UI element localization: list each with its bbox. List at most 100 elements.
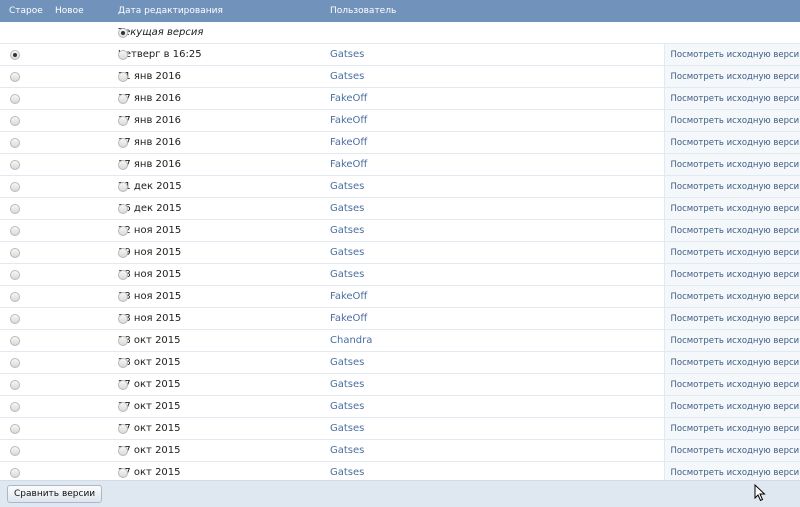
- view-source-link[interactable]: Посмотреть исходную версию: [663, 175, 800, 198]
- new-version-radio[interactable]: [118, 335, 128, 346]
- view-source-link[interactable]: Посмотреть исходную версию: [663, 373, 800, 396]
- old-version-radio[interactable]: [10, 71, 20, 82]
- new-version-radio[interactable]: [118, 159, 128, 170]
- view-source-link[interactable]: Посмотреть исходную версию: [663, 153, 800, 176]
- user-link[interactable]: Gatses: [330, 439, 664, 462]
- user-link[interactable]: FakeOff: [330, 285, 664, 308]
- new-version-radio[interactable]: [118, 49, 128, 60]
- view-source-link[interactable]: Посмотреть исходную версию: [663, 395, 800, 418]
- view-source-link[interactable]: Посмотреть исходную версию: [663, 241, 800, 264]
- old-version-radio[interactable]: [10, 225, 20, 236]
- old-version-radio[interactable]: [10, 357, 20, 368]
- user-link[interactable]: Gatses: [330, 43, 664, 66]
- old-version-radio[interactable]: [10, 115, 20, 126]
- old-version-radio[interactable]: [10, 247, 20, 258]
- new-version-radio[interactable]: [118, 379, 128, 390]
- table-header: Старое Новое Дата редактирования Пользов…: [0, 0, 800, 22]
- view-source-link[interactable]: Посмотреть исходную версию: [663, 131, 800, 154]
- new-version-radio[interactable]: [118, 423, 128, 434]
- new-version-radio[interactable]: [118, 181, 128, 192]
- user-link[interactable]: FakeOff: [330, 87, 664, 110]
- table-row: 28 окт 2015 Gatses Посмотреть исходную вер…: [0, 351, 800, 374]
- edit-date: 21 янв 2016: [118, 65, 330, 88]
- new-version-radio[interactable]: [118, 467, 128, 478]
- old-version-radio[interactable]: [10, 93, 20, 104]
- view-source-link[interactable]: Посмотреть исходную версию: [663, 417, 800, 440]
- new-version-radio[interactable]: [118, 71, 128, 82]
- edit-date: 27 окт 2015: [118, 373, 330, 396]
- edit-date: 28 окт 2015: [118, 351, 330, 374]
- user-link[interactable]: Gatses: [330, 373, 664, 396]
- user-link[interactable]: Gatses: [330, 65, 664, 88]
- view-source-link[interactable]: Посмотреть исходную версию: [663, 87, 800, 110]
- old-version-radio[interactable]: [10, 181, 20, 192]
- old-version-radio[interactable]: [10, 379, 20, 390]
- view-source-link[interactable]: Посмотреть исходную версию: [663, 197, 800, 220]
- user-link[interactable]: Gatses: [330, 175, 664, 198]
- old-version-radio[interactable]: [10, 137, 20, 148]
- old-version-radio[interactable]: [10, 291, 20, 302]
- old-version-radio[interactable]: [10, 159, 20, 170]
- table-row: 27 окт 2015 Gatses Посмотреть исходную вер…: [0, 373, 800, 396]
- new-version-radio[interactable]: [118, 291, 128, 302]
- new-version-radio[interactable]: [118, 401, 128, 412]
- new-version-radio[interactable]: [118, 247, 128, 258]
- new-version-radio[interactable]: [118, 203, 128, 214]
- view-source-link[interactable]: Посмотреть исходную версию: [663, 263, 800, 286]
- old-version-radio[interactable]: [10, 401, 20, 412]
- old-version-radio[interactable]: [10, 335, 20, 346]
- new-version-radio[interactable]: [118, 313, 128, 324]
- view-source-link[interactable]: Посмотреть исходную версию: [663, 285, 800, 308]
- new-version-radio[interactable]: [118, 225, 128, 236]
- user-link[interactable]: FakeOff: [330, 307, 664, 330]
- table-row: Четверг в 16:25 Gatses Посмотреть исходную…: [0, 43, 800, 66]
- user-link[interactable]: Gatses: [330, 197, 664, 220]
- user-link[interactable]: FakeOff: [330, 109, 664, 132]
- user-link[interactable]: Gatses: [330, 241, 664, 264]
- user-link[interactable]: Gatses: [330, 417, 664, 440]
- compare-versions-button[interactable]: Сравнить версии: [7, 485, 103, 503]
- old-version-radio[interactable]: [10, 269, 20, 280]
- header-old: Старое: [0, 0, 54, 22]
- old-version-radio[interactable]: [10, 467, 20, 478]
- old-version-radio[interactable]: [10, 423, 20, 434]
- old-version-radio[interactable]: [10, 49, 20, 60]
- table-row: 19 ноя 2015 Gatses Посмотреть исходную вер…: [0, 241, 800, 264]
- table-row: 13 ноя 2015 FakeOff Посмотреть исходную ве…: [0, 307, 800, 330]
- user-link[interactable]: Gatses: [330, 263, 664, 286]
- edit-date: 22 ноя 2015: [118, 219, 330, 242]
- user-link[interactable]: Chandra: [330, 329, 664, 352]
- new-version-radio[interactable]: [118, 93, 128, 104]
- edit-date: 17 янв 2016: [118, 153, 330, 176]
- new-version-radio[interactable]: [118, 269, 128, 280]
- table-row: 21 дек 2015 Gatses Посмотреть исходную вер…: [0, 175, 800, 198]
- revision-history-table: Старое Новое Дата редактирования Пользов…: [0, 0, 800, 484]
- view-source-link[interactable]: Посмотреть исходную версию: [663, 65, 800, 88]
- old-version-radio[interactable]: [10, 445, 20, 456]
- user-link[interactable]: Gatses: [330, 219, 664, 242]
- new-version-radio[interactable]: [118, 445, 128, 456]
- view-source-link[interactable]: Посмотреть исходную версию: [663, 109, 800, 132]
- user-link[interactable]: Gatses: [330, 351, 664, 374]
- edit-date: 27 окт 2015: [118, 417, 330, 440]
- old-version-radio[interactable]: [10, 313, 20, 324]
- view-source-link[interactable]: Посмотреть исходную версию: [663, 43, 800, 66]
- new-version-radio[interactable]: [118, 115, 128, 126]
- view-source-link[interactable]: Посмотреть исходную версию: [663, 307, 800, 330]
- table-row: 17 янв 2016 FakeOff Посмотреть исходную ве…: [0, 131, 800, 154]
- old-version-radio[interactable]: [10, 203, 20, 214]
- view-source-link[interactable]: Посмотреть исходную версию: [663, 219, 800, 242]
- new-version-radio[interactable]: [118, 137, 128, 148]
- view-source-link[interactable]: Посмотреть исходную версию: [663, 329, 800, 352]
- user-link[interactable]: FakeOff: [330, 131, 664, 154]
- table-row: 22 ноя 2015 Gatses Посмотреть исходную вер…: [0, 219, 800, 242]
- table-row: 21 янв 2016 Gatses Посмотреть исходную вер…: [0, 65, 800, 88]
- view-source-link[interactable]: Посмотреть исходную версию: [663, 439, 800, 462]
- view-source-link[interactable]: Посмотреть исходную версию: [663, 351, 800, 374]
- new-version-radio[interactable]: [118, 357, 128, 368]
- new-version-radio[interactable]: [118, 27, 128, 38]
- header-actions: [664, 0, 800, 22]
- edit-date: Четверг в 16:25: [118, 43, 330, 66]
- user-link[interactable]: FakeOff: [330, 153, 664, 176]
- user-link[interactable]: Gatses: [330, 395, 664, 418]
